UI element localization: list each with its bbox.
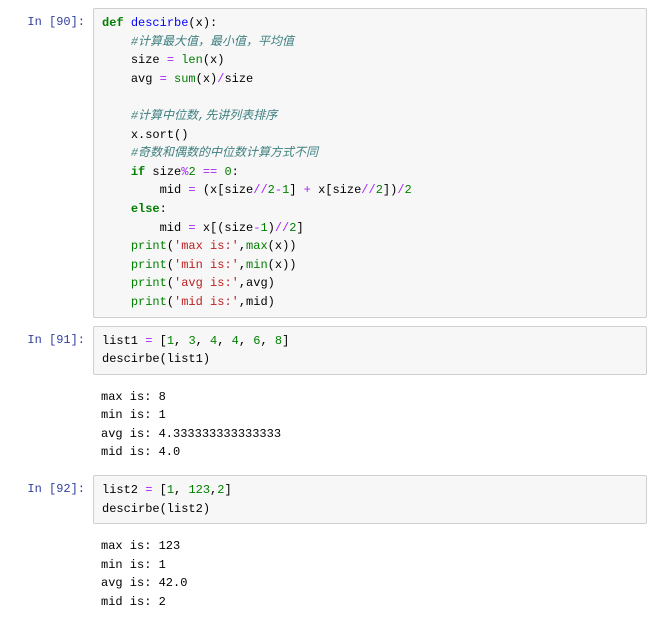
input-cell: In [92]:list2 = [1, 123,2] descirbe(list… [0,475,647,524]
code-input[interactable]: list2 = [1, 123,2] descirbe(list2) [93,475,647,524]
input-prompt: In [90]: [0,8,93,318]
output-cell: max is: 123 min is: 1 avg is: 42.0 mid i… [0,532,647,616]
output-cell: max is: 8 min is: 1 avg is: 4.3333333333… [0,383,647,467]
stdout-output: max is: 8 min is: 1 avg is: 4.3333333333… [93,383,647,467]
notebook: In [90]:def descirbe(x): #计算最大值，最小值，平均值 … [0,8,647,617]
input-cell: In [90]:def descirbe(x): #计算最大值，最小值，平均值 … [0,8,647,318]
input-prompt: In [92]: [0,475,93,524]
input-prompt: In [91]: [0,326,93,375]
stdout-output: max is: 123 min is: 1 avg is: 42.0 mid i… [93,532,647,616]
output-prompt [0,383,93,467]
code-input[interactable]: def descirbe(x): #计算最大值，最小值，平均值 size = l… [93,8,647,318]
input-cell: In [91]:list1 = [1, 3, 4, 4, 6, 8] desci… [0,326,647,375]
output-prompt [0,532,93,616]
code-input[interactable]: list1 = [1, 3, 4, 4, 6, 8] descirbe(list… [93,326,647,375]
